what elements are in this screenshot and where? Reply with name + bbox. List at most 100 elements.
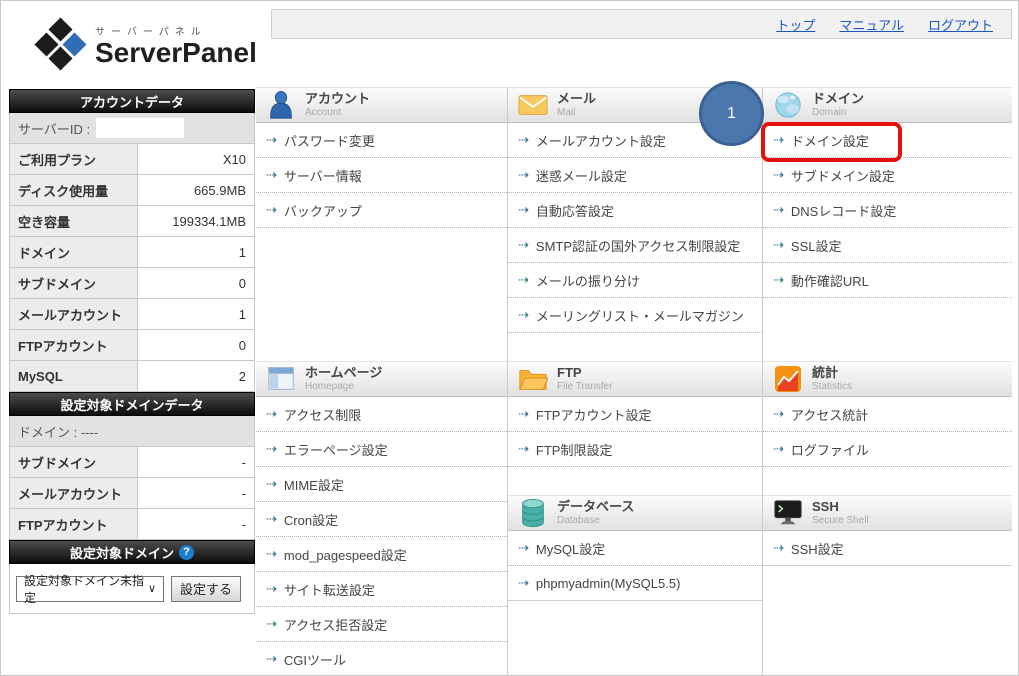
arrow-icon: ⇢: [266, 132, 277, 148]
arrow-icon: ⇢: [518, 237, 529, 253]
menu-item-ftp-account-settings[interactable]: ⇢ FTPアカウント設定: [508, 397, 762, 432]
menu-item-dns-record-settings[interactable]: ⇢ DNSレコード設定: [763, 193, 1012, 228]
arrow-icon: ⇢: [773, 132, 784, 148]
stat-row-mysql: MySQL 2: [9, 361, 255, 392]
arrow-icon: ⇢: [518, 202, 529, 218]
sidebar-header-target-domain-data: 設定対象ドメインデータ: [9, 392, 255, 416]
section-header-account: アカウント Account: [256, 87, 507, 123]
menu-item-log-file[interactable]: ⇢ ログファイル: [763, 432, 1012, 467]
nav-link-manual[interactable]: マニュアル: [839, 15, 904, 34]
arrow-icon: ⇢: [266, 511, 277, 527]
arrow-icon: ⇢: [518, 441, 529, 457]
menu-item-access-deny-settings[interactable]: ⇢ アクセス拒否設定: [256, 607, 507, 642]
arrow-icon: ⇢: [266, 202, 277, 218]
arrow-icon: ⇢: [773, 272, 784, 288]
arrow-icon: ⇢: [773, 167, 784, 183]
section-header-database: データベース Database: [508, 495, 762, 531]
menu-item-ssl-settings[interactable]: ⇢ SSL設定: [763, 228, 1012, 263]
arrow-icon: ⇢: [518, 575, 529, 591]
set-domain-button[interactable]: 設定する: [171, 576, 241, 602]
arrow-icon: ⇢: [518, 406, 529, 422]
mail-icon: [518, 90, 548, 120]
menu-item-mail-sorting[interactable]: ⇢ メールの振り分け: [508, 263, 762, 298]
logo-diamonds-icon: [35, 19, 87, 71]
menu-item-server-info[interactable]: ⇢ サーバー情報: [256, 158, 507, 193]
logo: サーバーパネル ServerPanel: [35, 19, 257, 71]
target-stat-row-ftp-account: FTPアカウント -: [9, 509, 255, 540]
target-domain-select[interactable]: 設定対象ドメイン未指定 ∨: [16, 576, 164, 602]
server-id-row: サーバーID :: [9, 113, 255, 144]
menu-item-cron-settings[interactable]: ⇢ Cron設定: [256, 502, 507, 537]
stat-row-mail-account: メールアカウント 1: [9, 299, 255, 330]
server-id-value-box: [96, 118, 184, 138]
domain-icon: [773, 90, 803, 120]
step-1-badge: 1: [699, 81, 764, 146]
menu-item-auto-reply-settings[interactable]: ⇢ 自動応答設定: [508, 193, 762, 228]
database-icon: [518, 498, 548, 528]
arrow-icon: ⇢: [518, 307, 529, 323]
menu-item-ssh-settings[interactable]: ⇢ SSH設定: [763, 531, 1012, 566]
arrow-icon: ⇢: [773, 237, 784, 253]
arrow-icon: ⇢: [266, 476, 277, 492]
nav-link-top[interactable]: トップ: [776, 15, 815, 34]
arrow-icon: ⇢: [773, 406, 784, 422]
menu-item-cgi-tools[interactable]: ⇢ CGIツール: [256, 642, 507, 676]
top-nav-bar: トップ マニュアル ログアウト: [271, 9, 1012, 39]
stat-row-plan: ご利用プラン X10: [9, 144, 255, 175]
sidebar-header-account-data: アカウントデータ: [9, 89, 255, 113]
target-domain-controls: 設定対象ドメイン未指定 ∨ 設定する: [9, 564, 255, 614]
arrow-icon: ⇢: [266, 546, 277, 562]
ssh-terminal-icon: [773, 498, 803, 528]
ftp-folder-icon: [518, 364, 548, 394]
arrow-icon: ⇢: [266, 441, 277, 457]
menu-item-password-change[interactable]: ⇢ パスワード変更: [256, 123, 507, 158]
server-panel-page: トップ マニュアル ログアウト サーバーパネル ServerPanel アカウン…: [0, 0, 1019, 676]
section-header-domain: ドメイン Domain: [763, 87, 1012, 123]
stat-row-free-space: 空き容量 199334.1MB: [9, 206, 255, 237]
arrow-icon: ⇢: [266, 406, 277, 422]
menu-item-access-restriction[interactable]: ⇢ アクセス制限: [256, 397, 507, 432]
logo-japanese-text: サーバーパネル: [95, 23, 257, 38]
chevron-down-icon: ∨: [148, 582, 156, 595]
section-header-stats: 統計 Statistics: [763, 361, 1012, 397]
menu-item-spam-mail-settings[interactable]: ⇢ 迷惑メール設定: [508, 158, 762, 193]
target-stat-row-subdomain: サブドメイン -: [9, 447, 255, 478]
arrow-icon: ⇢: [773, 441, 784, 457]
sidebar-header-target-domain-select: 設定対象ドメイン ?: [9, 540, 255, 564]
stat-row-ftp-account: FTPアカウント 0: [9, 330, 255, 361]
menu-item-phpmyadmin[interactable]: ⇢ phpmyadmin(MySQL5.5): [508, 566, 762, 601]
logo-title: ServerPanel: [95, 38, 257, 69]
menu-item-site-redirect-settings[interactable]: ⇢ サイト転送設定: [256, 572, 507, 607]
help-icon[interactable]: ?: [179, 545, 194, 560]
menu-item-domain-settings[interactable]: ⇢ ドメイン設定: [763, 123, 1012, 158]
nav-link-logout[interactable]: ログアウト: [928, 15, 993, 34]
arrow-icon: ⇢: [518, 540, 529, 556]
menu-item-ftp-restriction-settings[interactable]: ⇢ FTP制限設定: [508, 432, 762, 467]
menu-item-error-page-settings[interactable]: ⇢ エラーページ設定: [256, 432, 507, 467]
menu-item-backup[interactable]: ⇢ バックアップ: [256, 193, 507, 228]
arrow-icon: ⇢: [266, 581, 277, 597]
section-header-ftp: FTP File Transfer: [508, 361, 762, 397]
menu-item-smtp-restriction-settings[interactable]: ⇢ SMTP認証の国外アクセス制限設定: [508, 228, 762, 263]
arrow-icon: ⇢: [266, 651, 277, 667]
menu-item-access-stats[interactable]: ⇢ アクセス統計: [763, 397, 1012, 432]
stat-row-domain: ドメイン 1: [9, 237, 255, 268]
stat-row-subdomain: サブドメイン 0: [9, 268, 255, 299]
section-header-homepage: ホームページ Homepage: [256, 361, 507, 397]
menu-item-subdomain-settings[interactable]: ⇢ サブドメイン設定: [763, 158, 1012, 193]
stat-row-disk-usage: ディスク使用量 665.9MB: [9, 175, 255, 206]
arrow-icon: ⇢: [518, 132, 529, 148]
homepage-icon: [266, 364, 296, 394]
menu-item-mod-pagespeed-settings[interactable]: ⇢ mod_pagespeed設定: [256, 537, 507, 572]
menu-item-operation-check-url[interactable]: ⇢ 動作確認URL: [763, 263, 1012, 298]
menu-item-mime-settings[interactable]: ⇢ MIME設定: [256, 467, 507, 502]
account-icon: [266, 90, 296, 120]
section-header-ssh: SSH Secure Shell: [763, 495, 1012, 531]
arrow-icon: ⇢: [773, 540, 784, 556]
arrow-icon: ⇢: [773, 202, 784, 218]
target-stat-row-mail-account: メールアカウント -: [9, 478, 255, 509]
menu-item-mailing-list[interactable]: ⇢ メーリングリスト・メールマガジン: [508, 298, 762, 333]
menu-item-mysql-settings[interactable]: ⇢ MySQL設定: [508, 531, 762, 566]
stats-icon: [773, 364, 803, 394]
arrow-icon: ⇢: [518, 167, 529, 183]
